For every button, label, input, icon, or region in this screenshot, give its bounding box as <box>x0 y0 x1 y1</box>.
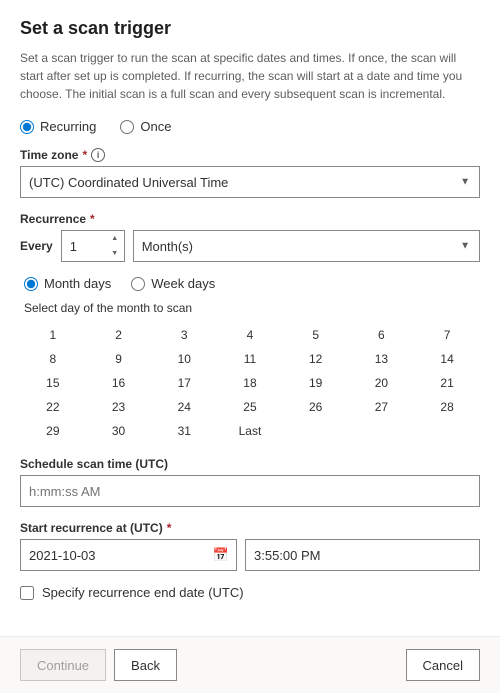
schedule-label: Schedule scan time (UTC) <box>20 457 480 471</box>
timezone-required: * <box>82 148 87 162</box>
end-date-label: Specify recurrence end date (UTC) <box>42 585 244 600</box>
week-days-radio-label[interactable]: Week days <box>131 276 215 291</box>
calendar-day[interactable]: 18 <box>217 371 283 395</box>
calendar-day[interactable]: 9 <box>86 347 152 371</box>
calendar-day[interactable]: Last <box>217 419 283 443</box>
calendar-day[interactable]: 23 <box>86 395 152 419</box>
calendar-section: Select day of the month to scan 12345678… <box>20 301 480 443</box>
month-days-radio[interactable] <box>24 277 38 291</box>
timezone-info-icon[interactable]: i <box>91 148 105 162</box>
calendar-day <box>283 419 349 443</box>
calendar-day[interactable]: 11 <box>217 347 283 371</box>
calendar-day <box>349 419 415 443</box>
calendar-day[interactable]: 26 <box>283 395 349 419</box>
calendar-day[interactable]: 1 <box>20 323 86 347</box>
recurring-label: Recurring <box>40 119 96 134</box>
calendar-day[interactable]: 28 <box>414 395 480 419</box>
calendar-day[interactable]: 10 <box>151 347 217 371</box>
calendar-day[interactable]: 8 <box>20 347 86 371</box>
start-recurrence-label: Start recurrence at (UTC) * <box>20 521 480 535</box>
start-time-input[interactable] <box>245 539 480 571</box>
week-days-radio[interactable] <box>131 277 145 291</box>
every-label: Every <box>20 239 53 253</box>
calendar-day[interactable]: 7 <box>414 323 480 347</box>
calendar-day[interactable]: 12 <box>283 347 349 371</box>
end-date-checkbox[interactable] <box>20 586 34 600</box>
recurrence-type-group: Recurring Once <box>20 119 480 134</box>
start-recurrence-row: 📅 <box>20 539 480 571</box>
once-radio-label[interactable]: Once <box>120 119 171 134</box>
recurrence-number-wrapper: ▲ ▼ <box>61 230 125 262</box>
end-date-row: Specify recurrence end date (UTC) <box>20 585 480 600</box>
calendar-day[interactable]: 27 <box>349 395 415 419</box>
back-button[interactable]: Back <box>114 649 177 681</box>
calendar-day[interactable]: 2 <box>86 323 152 347</box>
month-days-radio-label[interactable]: Month days <box>24 276 111 291</box>
calendar-day[interactable]: 16 <box>86 371 152 395</box>
cancel-button[interactable]: Cancel <box>406 649 480 681</box>
page-title: Set a scan trigger <box>20 18 480 39</box>
page-description: Set a scan trigger to run the scan at sp… <box>20 49 480 103</box>
recurrence-label: Recurrence * <box>20 212 480 226</box>
calendar-day[interactable]: 5 <box>283 323 349 347</box>
month-days-label: Month days <box>44 276 111 291</box>
timezone-select[interactable]: (UTC) Coordinated Universal Time(UTC-05:… <box>20 166 480 198</box>
calendar-day[interactable]: 17 <box>151 371 217 395</box>
calendar-day[interactable]: 14 <box>414 347 480 371</box>
once-radio[interactable] <box>120 120 134 134</box>
start-recurrence-required: * <box>167 521 172 535</box>
week-days-label: Week days <box>151 276 215 291</box>
calendar-day[interactable]: 21 <box>414 371 480 395</box>
calendar-day <box>414 419 480 443</box>
calendar-day[interactable]: 6 <box>349 323 415 347</box>
calendar-day[interactable]: 19 <box>283 371 349 395</box>
schedule-section: Schedule scan time (UTC) <box>20 457 480 507</box>
calendar-day[interactable]: 4 <box>217 323 283 347</box>
recurring-radio-label[interactable]: Recurring <box>20 119 96 134</box>
day-type-group: Month days Week days <box>24 276 480 291</box>
spin-up-button[interactable]: ▲ <box>107 231 123 246</box>
start-date-input[interactable] <box>20 539 237 571</box>
calendar-day[interactable]: 29 <box>20 419 86 443</box>
calendar-label: Select day of the month to scan <box>24 301 480 315</box>
calendar-day[interactable]: 13 <box>349 347 415 371</box>
footer-left: Continue Back <box>20 649 177 681</box>
calendar-day[interactable]: 24 <box>151 395 217 419</box>
once-label: Once <box>140 119 171 134</box>
period-select-wrapper: Month(s) Day(s) Week(s) Year(s) ▼ <box>133 230 480 262</box>
calendar-day[interactable]: 20 <box>349 371 415 395</box>
recurring-radio[interactable] <box>20 120 34 134</box>
calendar-day[interactable]: 3 <box>151 323 217 347</box>
recurrence-required: * <box>90 212 95 226</box>
calendar-day[interactable]: 22 <box>20 395 86 419</box>
spin-buttons: ▲ ▼ <box>107 231 123 261</box>
date-input-wrapper: 📅 <box>20 539 237 571</box>
calendar-grid: 1234567891011121314151617181920212223242… <box>20 323 480 443</box>
calendar-day[interactable]: 25 <box>217 395 283 419</box>
recurrence-row: Every ▲ ▼ Month(s) Day(s) Week(s) Year(s… <box>20 230 480 262</box>
calendar-day[interactable]: 15 <box>20 371 86 395</box>
timezone-select-wrapper: (UTC) Coordinated Universal Time(UTC-05:… <box>20 166 480 198</box>
schedule-time-input[interactable] <box>20 475 480 507</box>
timezone-label: Time zone * i <box>20 148 480 162</box>
footer: Continue Back Cancel <box>0 636 500 693</box>
calendar-day[interactable]: 30 <box>86 419 152 443</box>
spin-down-button[interactable]: ▼ <box>107 246 123 261</box>
period-select[interactable]: Month(s) Day(s) Week(s) Year(s) <box>133 230 480 262</box>
calendar-day[interactable]: 31 <box>151 419 217 443</box>
continue-button[interactable]: Continue <box>20 649 106 681</box>
